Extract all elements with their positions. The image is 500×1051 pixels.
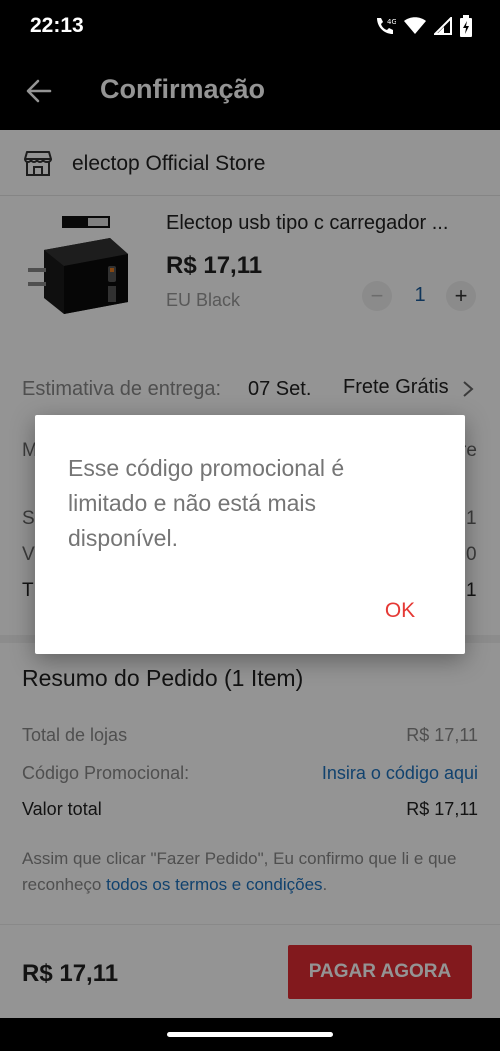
home-handle[interactable] — [167, 1032, 333, 1037]
status-bar: 22:13 4G — [0, 0, 500, 52]
status-time: 22:13 — [30, 14, 84, 37]
call-icon: 4G — [374, 16, 396, 36]
promo-unavailable-dialog: Esse código promocional é limitado e não… — [35, 415, 465, 654]
network-type: 4G — [387, 18, 396, 26]
signal-icon — [434, 17, 452, 35]
battery-icon — [460, 15, 472, 37]
status-icons: 4G — [374, 14, 472, 38]
dialog-ok-button[interactable]: OK — [371, 593, 429, 629]
system-nav-bar — [0, 1018, 500, 1051]
wifi-icon — [404, 17, 426, 35]
dialog-message: Esse código promocional é limitado e não… — [68, 455, 345, 551]
